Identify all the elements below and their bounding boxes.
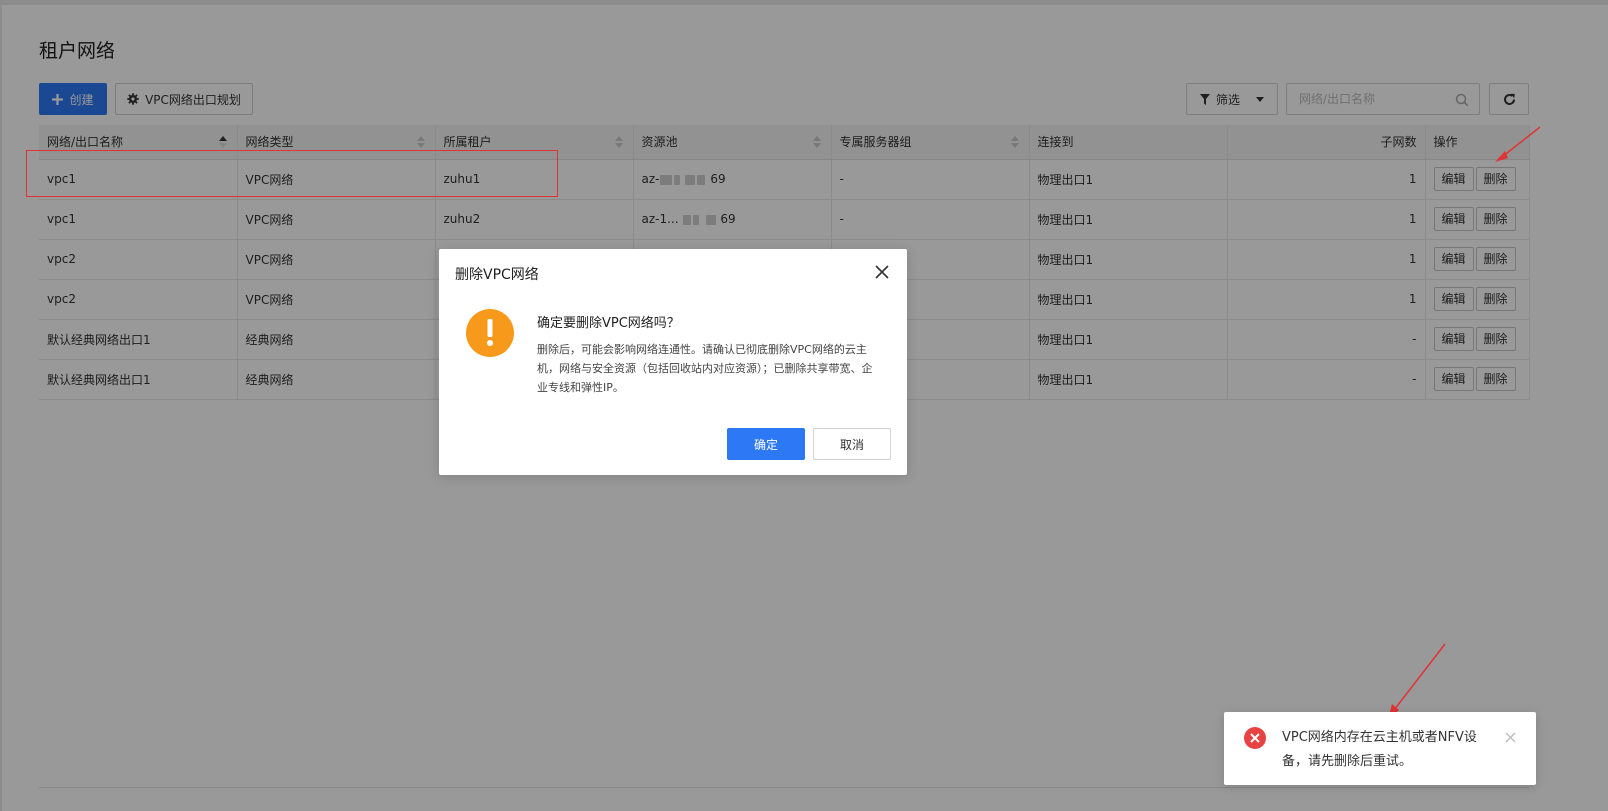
cancel-button[interactable]: 取消 [813, 428, 891, 460]
notification-message: VPC网络内存在云主机或者NFV设备，请先删除后重试。 [1282, 730, 1477, 769]
annotation-highlight-box [26, 150, 558, 197]
close-icon[interactable] [875, 265, 889, 279]
confirm-button[interactable]: 确定 [727, 428, 805, 460]
error-icon [1244, 727, 1266, 749]
delete-vpc-dialog: 删除VPC网络 确定要删除VPC网络吗？ 删除后，可能会影响网络连通性。请确认已… [439, 249, 907, 475]
warning-icon [466, 309, 514, 357]
dialog-description: 删除后，可能会影响网络连通性。请确认已彻底删除VPC网络的云主机，网络与安全资源… [537, 343, 873, 394]
close-icon[interactable] [1505, 732, 1516, 743]
dialog-title: 删除VPC网络 [455, 267, 539, 283]
annotation-arrow-icon [1495, 126, 1541, 162]
error-notification: VPC网络内存在云主机或者NFV设备，请先删除后重试。 [1224, 712, 1536, 785]
annotation-arrow-icon [1388, 643, 1446, 719]
dialog-heading: 确定要删除VPC网络吗？ [537, 316, 680, 331]
